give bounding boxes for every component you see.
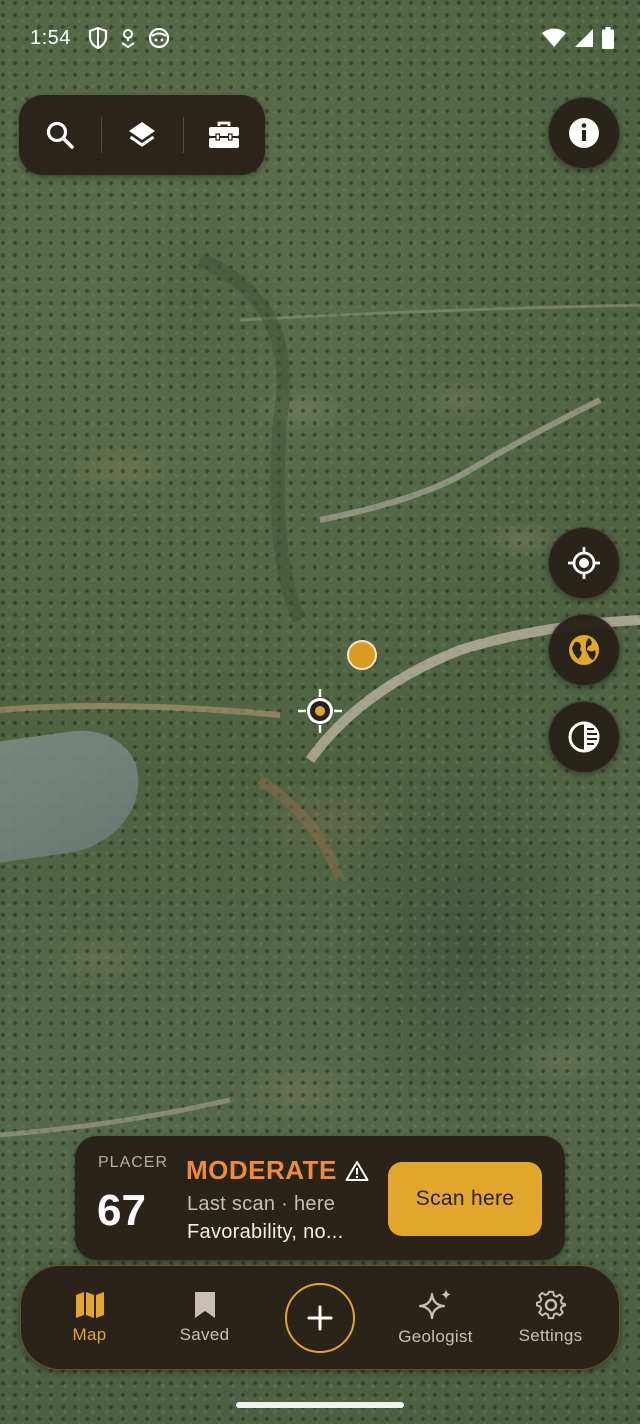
saved-location-marker[interactable] [347, 640, 377, 670]
my-location-icon [568, 547, 600, 579]
favorability-score: 67 [97, 1186, 146, 1235]
bookmark-icon [194, 1291, 215, 1318]
contrast-button[interactable] [548, 701, 620, 773]
shield-icon [88, 27, 108, 49]
add-button[interactable] [285, 1283, 355, 1353]
nav-saved[interactable]: Saved [147, 1266, 262, 1368]
wifi-icon [542, 28, 566, 47]
layers-icon [129, 122, 155, 147]
my-location-button[interactable] [548, 527, 620, 599]
status-bar: 1:54 [0, 0, 640, 78]
current-location-marker [298, 689, 342, 733]
deposit-type-label: PLACER [98, 1154, 169, 1171]
nav-map[interactable]: Map [32, 1266, 147, 1368]
warning-icon [345, 1161, 369, 1181]
face-icon [148, 27, 170, 49]
location-pin-icon [121, 29, 135, 49]
cell-signal-icon [575, 29, 593, 47]
sparkles-icon [418, 1288, 451, 1319]
search-icon [46, 121, 74, 149]
nav-geologist-label: Geologist [398, 1326, 473, 1346]
globe-icon [569, 635, 599, 665]
nav-settings-label: Settings [518, 1325, 583, 1345]
map-icon [75, 1291, 104, 1318]
map-toolbar [19, 95, 265, 175]
last-scan-text: Last scan · here [187, 1193, 336, 1215]
favorability-card[interactable]: PLACER 67 MODERATE Last scan · here Favo… [75, 1136, 565, 1260]
info-button[interactable] [548, 97, 620, 169]
nav-map-label: Map [72, 1324, 107, 1344]
bottom-navigation: Map Saved Geologist Settings [20, 1265, 620, 1370]
nav-settings[interactable]: Settings [493, 1266, 608, 1368]
plus-icon [307, 1305, 333, 1331]
nav-saved-label: Saved [179, 1324, 230, 1344]
favorability-description: Favorability, no... [187, 1221, 344, 1243]
toolbox-button[interactable] [183, 95, 265, 175]
info-icon [569, 118, 599, 148]
status-time: 1:54 [30, 27, 71, 49]
home-indicator[interactable] [236, 1402, 404, 1408]
favorability-level: MODERATE [186, 1155, 337, 1185]
contrast-icon [568, 721, 600, 753]
toolbox-icon [209, 121, 239, 148]
search-button[interactable] [19, 95, 101, 175]
globe-button[interactable] [548, 614, 620, 686]
gear-icon [535, 1290, 566, 1319]
battery-icon [602, 27, 614, 49]
nav-geologist[interactable]: Geologist [378, 1266, 493, 1368]
scan-here-button[interactable]: Scan here [388, 1162, 542, 1236]
layers-button[interactable] [101, 95, 183, 175]
